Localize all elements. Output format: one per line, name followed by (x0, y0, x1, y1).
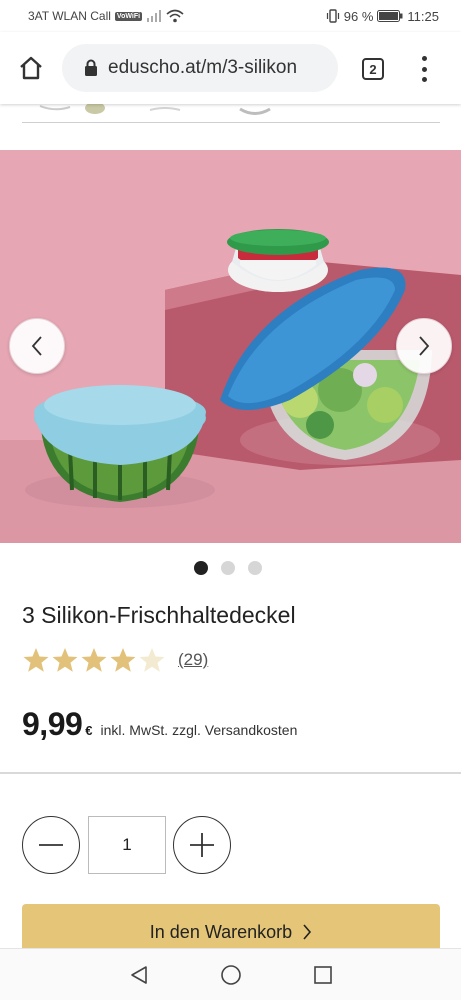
quantity-input[interactable]: 1 (88, 816, 166, 874)
vowifi-badge: VoWiFi (114, 11, 143, 21)
price-value: 9,99 (22, 706, 83, 742)
battery-icon (377, 10, 403, 22)
status-bar: 3AT WLAN Call VoWiFi 96 % 11:25 (0, 0, 461, 32)
star-icon (139, 648, 165, 672)
url-text: eduscho.at/m/3-silikon (108, 57, 298, 78)
scrolled-header-peek (0, 104, 461, 122)
header-decoration (39, 104, 271, 115)
section-divider (0, 772, 461, 774)
price-currency: € (85, 723, 93, 738)
status-right: 96 % 11:25 (326, 9, 439, 24)
increase-quantity-button[interactable] (173, 816, 231, 874)
carousel-indicators (194, 561, 262, 575)
carousel-dot-3[interactable] (248, 561, 262, 575)
home-nav-icon[interactable] (220, 964, 242, 986)
tab-switcher-button[interactable]: 2 (362, 58, 384, 80)
chevron-right-icon (419, 336, 430, 356)
carousel-dot-2[interactable] (221, 561, 235, 575)
quantity-stepper: 1 (22, 816, 231, 874)
plus-icon (190, 833, 214, 857)
carousel-next-button[interactable] (396, 318, 452, 374)
product-photo (0, 150, 461, 543)
more-vert-icon (421, 56, 427, 61)
vibrate-icon (326, 9, 339, 23)
wifi-icon (166, 9, 184, 23)
clock: 11:25 (407, 8, 439, 24)
back-nav-icon[interactable] (128, 964, 150, 986)
carrier-label: 3AT WLAN Call (28, 9, 111, 23)
star-icon (110, 648, 136, 672)
review-count-link[interactable]: (29) (178, 650, 208, 670)
chevron-right-icon (303, 924, 312, 940)
browser-toolbar: eduscho.at/m/3-silikon 2 (0, 32, 461, 104)
lock-icon (85, 59, 97, 76)
decrease-quantity-button[interactable] (22, 816, 80, 874)
price-row: 9,99 € inkl. MwSt. zzgl. Versandkosten (22, 706, 297, 743)
star-rating (22, 646, 166, 674)
address-bar[interactable]: eduscho.at/m/3-silikon (62, 44, 338, 92)
recents-nav-icon[interactable] (312, 964, 334, 986)
signal-icon (147, 10, 162, 22)
star-icon (52, 648, 78, 672)
carousel-prev-button[interactable] (9, 318, 65, 374)
add-to-cart-label: In den Warenkorb (149, 921, 293, 942)
chevron-left-icon (31, 336, 42, 356)
product-title: 3 Silikon-Frischhaltedeckel (22, 602, 296, 628)
battery-percent: 96 % (343, 8, 374, 24)
home-icon (20, 56, 42, 80)
product-image-carousel[interactable] (0, 150, 461, 543)
more-menu-button[interactable] (414, 56, 434, 82)
minus-icon (39, 844, 63, 846)
header-divider (22, 122, 440, 123)
status-left: 3AT WLAN Call VoWiFi (28, 9, 184, 23)
star-icon (23, 648, 49, 672)
star-icon (81, 648, 107, 672)
system-navigation-bar (0, 948, 461, 1000)
tax-note: inkl. MwSt. zzgl. Versandkosten (100, 722, 298, 738)
carousel-dot-1[interactable] (194, 561, 208, 575)
product-rating[interactable]: (29) (22, 646, 208, 674)
home-button[interactable] (12, 49, 50, 87)
